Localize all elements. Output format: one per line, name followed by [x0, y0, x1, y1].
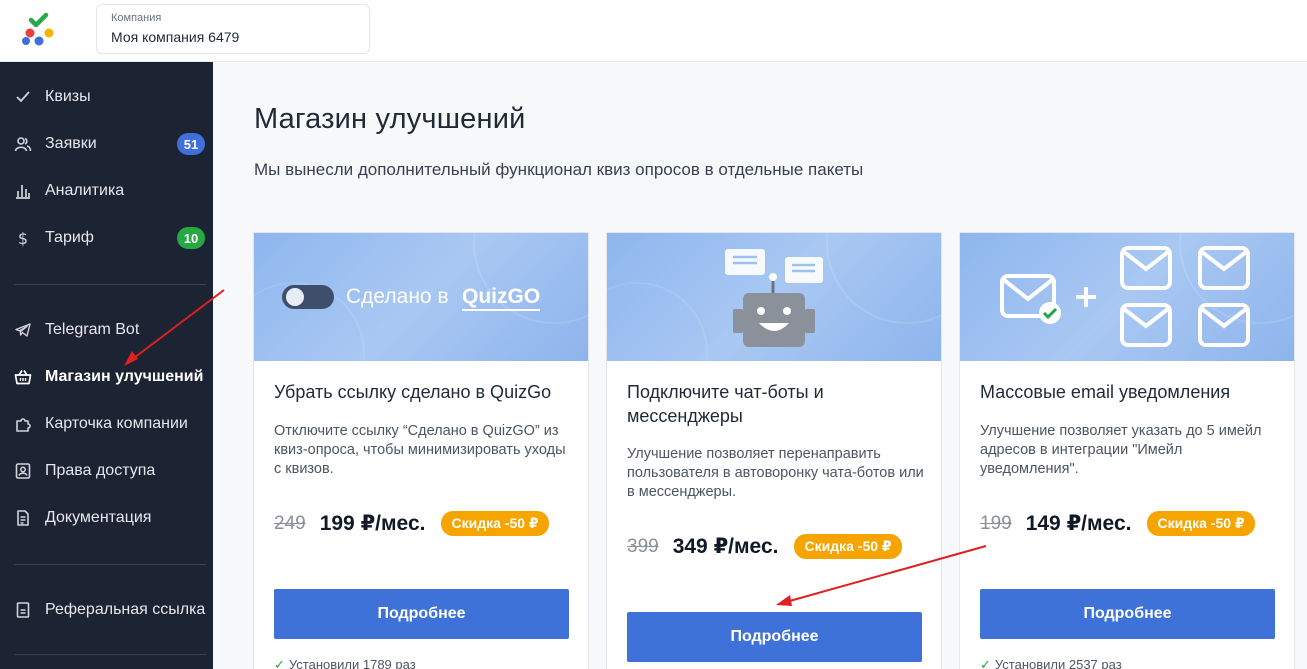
hero-text: Сделано в [346, 285, 449, 308]
sidebar-item-telegram-bot[interactable]: Telegram Bot [0, 310, 213, 350]
card-description: Отключите ссылку “Сделано в QuizGO” из к… [274, 423, 566, 477]
install-count: ✓ Установили 1789 раз [274, 657, 416, 669]
sidebar-item-referral-link[interactable]: Реферальная ссылка [0, 590, 213, 630]
check-icon [0, 88, 45, 106]
sidebar-item-label: Документация [45, 509, 152, 526]
leads-count-badge: 51 [177, 133, 205, 155]
puzzle-icon [0, 415, 45, 433]
old-price: 199 [980, 512, 1012, 534]
check-icon: ✓ [980, 657, 991, 669]
discount-badge: Скидка -50 ₽ [1147, 511, 1255, 536]
sidebar-item-leads[interactable]: Заявки 51 [0, 124, 213, 164]
details-button[interactable]: Подробнее [627, 612, 922, 662]
sidebar-item-label: Аналитика [45, 182, 125, 199]
users-icon [0, 135, 45, 153]
sidebar-item-documentation[interactable]: Документация [0, 498, 213, 538]
card-title: Подключите чат-боты и мессенджеры [627, 382, 824, 426]
email-illustration-icon [1000, 233, 1294, 347]
install-count: ✓ Установили 2537 раз [980, 657, 1122, 669]
install-count-text: Установили 2537 раз [994, 657, 1122, 669]
check-icon: ✓ [274, 657, 285, 669]
sidebar-item-analytics[interactable]: Аналитика [0, 171, 213, 211]
sidebar-item-label: Реферальная ссылка [45, 601, 206, 618]
card-hero-image: Сделано в QuizGO [254, 233, 588, 361]
sidebar-item-label: Карточка компании [45, 415, 188, 432]
sidebar-item-access-rights[interactable]: Права доступа [0, 451, 213, 491]
sidebar-item-quizzes[interactable]: Квизы [0, 77, 213, 117]
details-button[interactable]: Подробнее [274, 589, 569, 639]
upgrade-card-bulk-email: Массовые email уведомления Улучшение поз… [959, 232, 1295, 669]
sidebar-item-label: Квизы [45, 88, 91, 105]
robot-illustration-icon [607, 233, 941, 361]
bar-chart-icon [0, 182, 45, 200]
company-name: Моя компания 6479 [111, 29, 240, 45]
new-price: 149 ₽/мес. [1025, 512, 1132, 535]
document-icon [0, 509, 45, 527]
card-hero-image [607, 233, 941, 361]
card-description: Улучшение позволяет перенаправить пользо… [627, 446, 924, 500]
sidebar-item-upgrade-shop[interactable]: Магазин улучшений [0, 357, 213, 397]
old-price: 249 [274, 512, 306, 534]
sidebar-item-label: Тариф [45, 229, 94, 246]
price-row: 399 349 ₽/мес. Скидка -50 ₽ [627, 534, 902, 559]
card-description: Улучшение позволяет указать до 5 имейл а… [980, 423, 1262, 477]
id-card-icon [0, 462, 45, 480]
link-doc-icon [0, 601, 45, 619]
telegram-icon [0, 321, 45, 339]
page-title: Магазин улучшений [254, 103, 526, 135]
top-bar: Компания Моя компания 6479 [0, 0, 1307, 62]
upgrade-card-chatbots: Подключите чат-боты и мессенджеры Улучше… [606, 232, 942, 669]
sidebar-item-label: Права доступа [45, 462, 156, 479]
sidebar-divider [14, 284, 206, 285]
hero-brand: QuizGO [462, 285, 541, 311]
sidebar: Квизы Заявки 51 Аналитика $ Тариф 10 Tel… [0, 62, 213, 669]
install-count-text: Установили 1789 раз [288, 657, 416, 669]
app-logo-icon[interactable] [22, 13, 58, 47]
sidebar-item-label: Заявки [45, 135, 97, 152]
basket-icon [0, 368, 45, 386]
page-subtitle: Мы вынесли дополнительный функционал кви… [254, 160, 864, 179]
card-hero-image [960, 233, 1294, 361]
sidebar-item-label: Telegram Bot [45, 321, 140, 338]
sidebar-divider [14, 654, 206, 655]
card-title: Массовые email уведомления [980, 382, 1231, 402]
dollar-icon: $ [0, 229, 45, 247]
discount-badge: Скидка -50 ₽ [794, 534, 902, 559]
discount-badge: Скидка -50 ₽ [441, 511, 549, 536]
sidebar-item-label: Магазин улучшений [45, 368, 204, 385]
company-label: Компания [111, 12, 162, 24]
company-selector[interactable]: Компания Моя компания 6479 [96, 4, 370, 54]
sidebar-divider [14, 564, 206, 565]
new-price: 349 ₽/мес. [672, 535, 779, 558]
tariff-count-badge: 10 [177, 227, 205, 249]
svg-text:$: $ [17, 229, 27, 247]
sidebar-item-company-card[interactable]: Карточка компании [0, 404, 213, 444]
details-button[interactable]: Подробнее [980, 589, 1275, 639]
price-row: 199 149 ₽/мес. Скидка -50 ₽ [980, 511, 1255, 536]
old-price: 399 [627, 535, 659, 557]
sidebar-item-tariff[interactable]: $ Тариф 10 [0, 218, 213, 258]
card-title: Убрать ссылку сделано в QuizGo [274, 382, 552, 402]
price-row: 249 199 ₽/мес. Скидка -50 ₽ [274, 511, 549, 536]
new-price: 199 ₽/мес. [319, 512, 426, 535]
upgrade-card-remove-branding: Сделано в QuizGO Убрать ссылку сделано в… [253, 232, 589, 669]
